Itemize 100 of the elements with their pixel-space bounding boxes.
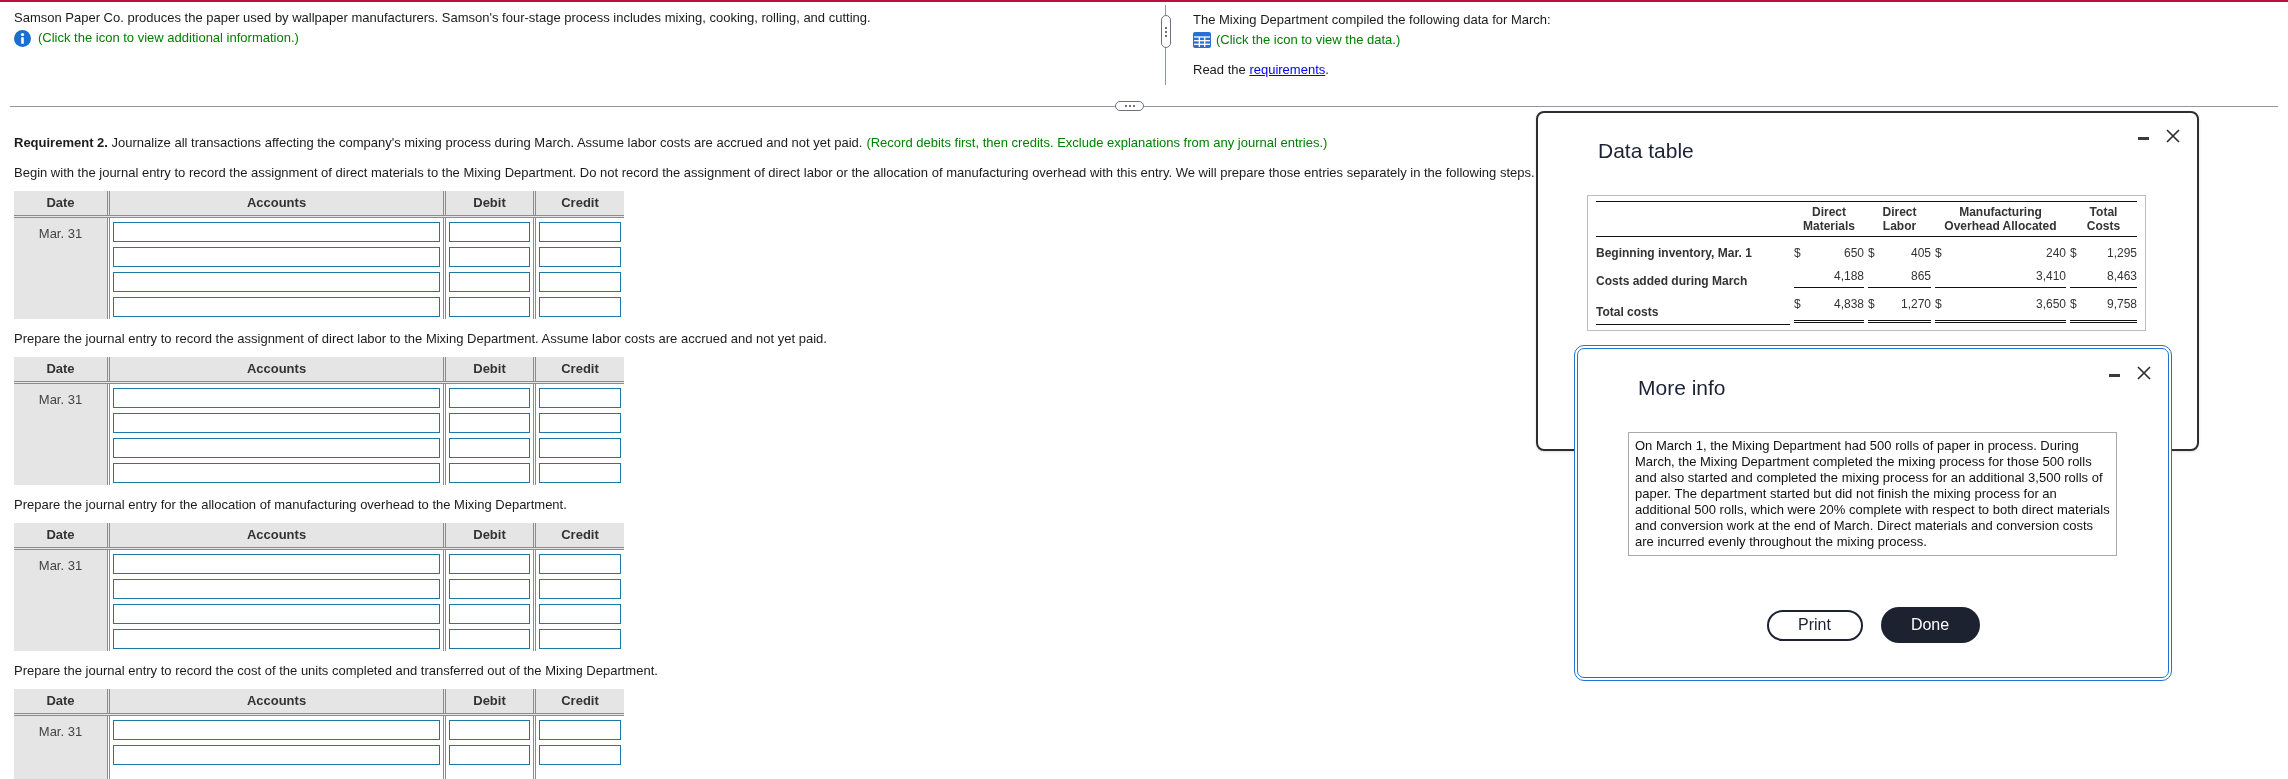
credit-field[interactable] bbox=[539, 272, 621, 292]
debit-field[interactable] bbox=[449, 604, 530, 624]
account-field[interactable] bbox=[113, 297, 440, 317]
debit-field[interactable] bbox=[449, 222, 530, 242]
debit-field[interactable] bbox=[449, 272, 530, 292]
amount-text: 865 bbox=[1910, 269, 1931, 283]
data-link[interactable]: (Click the icon to view the data.) bbox=[1216, 32, 1401, 48]
dialog-title: More info bbox=[1638, 376, 1726, 400]
close-icon[interactable] bbox=[2137, 366, 2151, 380]
debit-field[interactable] bbox=[449, 438, 530, 458]
account-field[interactable] bbox=[113, 222, 440, 242]
close-icon[interactable] bbox=[2166, 129, 2180, 143]
account-field[interactable] bbox=[113, 413, 440, 433]
credit-field[interactable] bbox=[539, 247, 621, 267]
date-cell: Mar. 31 bbox=[14, 218, 107, 319]
debit-field[interactable] bbox=[449, 720, 530, 740]
debit-field[interactable] bbox=[449, 463, 530, 483]
row-label: Costs added during March bbox=[1596, 273, 1749, 288]
column-header: Date bbox=[45, 194, 76, 212]
debit-field[interactable] bbox=[449, 388, 530, 408]
column-header: Manufacturing Overhead Allocated bbox=[1943, 205, 2058, 233]
resize-handle[interactable] bbox=[1161, 15, 1171, 48]
currency-sign: $ bbox=[1935, 246, 1942, 260]
account-field[interactable] bbox=[113, 554, 440, 574]
dialog-title: Data table bbox=[1598, 139, 1694, 163]
credit-field[interactable] bbox=[539, 463, 621, 483]
instruction-text: Prepare the journal entry to record the cost of the units completed and transferred out of the Mixing Department. bbox=[14, 663, 658, 679]
resize-handle[interactable] bbox=[1115, 101, 1144, 111]
amount-text: 650 bbox=[1843, 246, 1864, 260]
credit-field[interactable] bbox=[539, 554, 621, 574]
credit-field[interactable] bbox=[539, 413, 621, 433]
debit-field[interactable] bbox=[449, 413, 530, 433]
column-header: Direct Materials bbox=[1802, 205, 1856, 233]
column-header: Date bbox=[45, 360, 76, 378]
account-field[interactable] bbox=[113, 463, 440, 483]
credit-field[interactable] bbox=[539, 629, 621, 649]
currency-sign: $ bbox=[1935, 297, 1942, 311]
debit-field[interactable] bbox=[449, 297, 530, 317]
column-header: Credit bbox=[533, 523, 624, 547]
instruction-text: Begin with the journal entry to record the assignment of direct materials to the Mixing Department. Do not record the assignment of direct labor or the allocation of manufacturing overhead with this entry. We will prepare those entries separately in the following steps. bbox=[14, 165, 1535, 181]
intro-text: Samson Paper Co. produces the paper used by wallpaper manufacturers. Samson's four-stage process includes mixing, cooking, rolling, and cutting. bbox=[14, 10, 871, 26]
column-header: Credit bbox=[533, 191, 624, 215]
column-header: Accounts bbox=[107, 689, 443, 713]
debit-field[interactable] bbox=[449, 629, 530, 649]
intro-text: The Mixing Department compiled the following data for March: bbox=[1193, 12, 1551, 28]
column-header: Accounts bbox=[107, 357, 443, 381]
table-grid-icon[interactable] bbox=[1193, 32, 1211, 48]
account-field[interactable] bbox=[113, 247, 440, 267]
info-text: On March 1, the Mixing Department had 500 rolls of paper in process. During March, the Mixing Department completed the mixing process for those 500 rolls and also started and completed the mixing process for an additional 3,500 rolls of paper. The department started but did not finish the mixing process for an additional 500 rolls, which were 20% complete with respect to both direct materials and conversion work at the end of March. Direct materials and conversion costs are incurred evenly throughout the mixing process. bbox=[1628, 432, 2117, 556]
column-header: Direct Labor bbox=[1881, 205, 1918, 233]
account-field[interactable] bbox=[113, 604, 440, 624]
account-field[interactable] bbox=[113, 579, 440, 599]
credit-field[interactable] bbox=[539, 222, 621, 242]
done-button[interactable]: Done bbox=[1880, 607, 1980, 643]
column-header: Credit bbox=[533, 357, 624, 381]
info-link[interactable]: (Click the icon to view additional information.) bbox=[38, 30, 299, 46]
account-field[interactable] bbox=[113, 388, 440, 408]
credit-field[interactable] bbox=[539, 297, 621, 317]
credit-field[interactable] bbox=[539, 438, 621, 458]
account-field[interactable] bbox=[113, 272, 440, 292]
amount-text: 8,463 bbox=[2106, 269, 2137, 283]
debit-field[interactable] bbox=[449, 247, 530, 267]
debit-field[interactable] bbox=[449, 579, 530, 599]
account-field[interactable] bbox=[113, 438, 440, 458]
credit-field[interactable] bbox=[539, 604, 621, 624]
amount-text: 3,410 bbox=[2035, 269, 2066, 283]
instruction-text: Prepare the journal entry for the allocation of manufacturing overhead to the Mixing Department. bbox=[14, 497, 567, 513]
currency-sign: $ bbox=[1794, 297, 1801, 311]
column-header: Accounts bbox=[107, 523, 443, 547]
info-icon[interactable] bbox=[14, 29, 31, 47]
amount-text: 4,188 bbox=[1833, 269, 1864, 283]
debit-field[interactable] bbox=[449, 554, 530, 574]
currency-sign: $ bbox=[2070, 297, 2077, 311]
amount-text: 405 bbox=[1910, 246, 1931, 260]
row-label: Beginning inventory, Mar. 1 bbox=[1596, 245, 1753, 262]
column-header: Debit bbox=[443, 191, 533, 215]
account-field[interactable] bbox=[113, 629, 440, 649]
credit-field[interactable] bbox=[539, 720, 621, 740]
column-header: Credit bbox=[533, 689, 624, 713]
column-header: Debit bbox=[443, 357, 533, 381]
column-header: Date bbox=[45, 692, 76, 710]
currency-sign: $ bbox=[1868, 246, 1875, 260]
instruction-text: Prepare the journal entry to record the assignment of direct labor to the Mixing Department. Assume labor costs are accrued and not yet paid. bbox=[14, 331, 827, 347]
credit-field[interactable] bbox=[539, 745, 621, 765]
requirement-text: Requirement 2. Journalize all transactions affecting the company's mixing process during March. Assume labor costs are accrued and not yet paid. bbox=[14, 135, 863, 150]
print-button[interactable]: Print bbox=[1766, 609, 1863, 641]
credit-field[interactable] bbox=[539, 388, 621, 408]
account-field[interactable] bbox=[113, 720, 440, 740]
row-label: Total costs bbox=[1596, 288, 1790, 325]
account-field[interactable] bbox=[113, 745, 440, 765]
debit-field[interactable] bbox=[449, 745, 530, 765]
credit-field[interactable] bbox=[539, 579, 621, 599]
amount-text: 240 bbox=[2045, 246, 2066, 260]
column-header: Accounts bbox=[107, 191, 443, 215]
date-cell: Mar. 31 bbox=[14, 716, 107, 779]
amount-text: 4,838 bbox=[1833, 297, 1864, 311]
column-header: Date bbox=[45, 526, 76, 544]
instruction-text: Read the requirements. bbox=[1193, 62, 1329, 78]
date-cell: Mar. 31 bbox=[14, 550, 107, 651]
instruction-note: (Record debits first, then credits. Exclude explanations from any journal entries.) bbox=[866, 135, 1328, 150]
